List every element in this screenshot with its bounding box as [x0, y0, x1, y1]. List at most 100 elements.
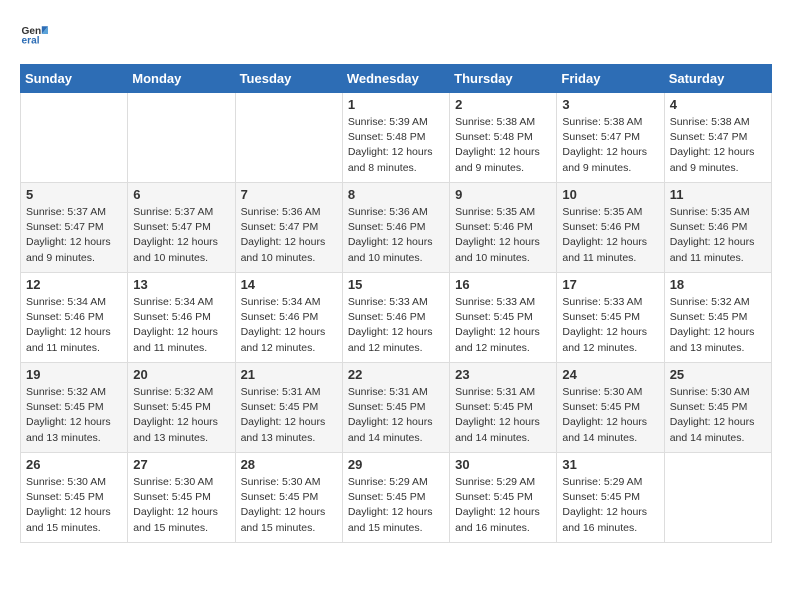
day-info: Sunrise: 5:29 AM Sunset: 5:45 PM Dayligh… [348, 475, 444, 536]
day-cell: 22 Sunrise: 5:31 AM Sunset: 5:45 PM Dayli… [342, 363, 449, 453]
day-number: 5 [26, 187, 122, 202]
day-cell [235, 93, 342, 183]
header-cell-wednesday: Wednesday [342, 65, 449, 93]
week-row-5: 26 Sunrise: 5:30 AM Sunset: 5:45 PM Dayli… [21, 453, 772, 543]
day-number: 18 [670, 277, 766, 292]
day-info: Sunrise: 5:37 AM Sunset: 5:47 PM Dayligh… [133, 205, 229, 266]
day-number: 22 [348, 367, 444, 382]
header-cell-tuesday: Tuesday [235, 65, 342, 93]
day-info: Sunrise: 5:36 AM Sunset: 5:46 PM Dayligh… [348, 205, 444, 266]
day-cell: 27Sunrise: 5:30 AM Sunset: 5:45 PM Dayli… [128, 453, 235, 543]
logo-icon: Gen eral [20, 20, 48, 48]
day-number: 10 [562, 187, 658, 202]
day-number: 30 [455, 457, 551, 472]
day-info: Sunrise: 5:38 AM Sunset: 5:48 PM Dayligh… [455, 115, 551, 176]
day-number: 6 [133, 187, 229, 202]
day-number: 24 [562, 367, 658, 382]
day-cell: 11 Sunrise: 5:35 AM Sunset: 5:46 PM Dayli… [664, 183, 771, 273]
day-cell: 13 Sunrise: 5:34 AM Sunset: 5:46 PM Dayli… [128, 273, 235, 363]
header-cell-friday: Friday [557, 65, 664, 93]
day-cell [21, 93, 128, 183]
day-info: Sunrise: 5:31 AM Sunset: 5:45 PM Dayligh… [241, 385, 337, 446]
day-cell: 10 Sunrise: 5:35 AM Sunset: 5:46 PM Dayli… [557, 183, 664, 273]
day-number: 3 [562, 97, 658, 112]
day-number: 17 [562, 277, 658, 292]
day-cell: 5 Sunrise: 5:37 AM Sunset: 5:47 PM Daylig… [21, 183, 128, 273]
day-cell: 15 Sunrise: 5:33 AM Sunset: 5:46 PM Dayli… [342, 273, 449, 363]
day-info: Sunrise: 5:30 AM Sunset: 5:45 PM Dayligh… [670, 385, 766, 446]
day-cell: 8 Sunrise: 5:36 AM Sunset: 5:46 PM Daylig… [342, 183, 449, 273]
day-cell: 14 Sunrise: 5:34 AM Sunset: 5:46 PM Dayli… [235, 273, 342, 363]
day-cell: 4Sunrise: 5:38 AM Sunset: 5:47 PM Daylig… [664, 93, 771, 183]
day-number: 25 [670, 367, 766, 382]
day-cell: 9 Sunrise: 5:35 AM Sunset: 5:46 PM Daylig… [450, 183, 557, 273]
calendar-header-row: SundayMondayTuesdayWednesdayThursdayFrid… [21, 65, 772, 93]
day-info: Sunrise: 5:33 AM Sunset: 5:46 PM Dayligh… [348, 295, 444, 356]
day-cell: 12Sunrise: 5:34 AM Sunset: 5:46 PM Dayli… [21, 273, 128, 363]
day-number: 7 [241, 187, 337, 202]
day-info: Sunrise: 5:33 AM Sunset: 5:45 PM Dayligh… [562, 295, 658, 356]
day-number: 9 [455, 187, 551, 202]
day-cell: 25 Sunrise: 5:30 AM Sunset: 5:45 PM Dayli… [664, 363, 771, 453]
day-info: Sunrise: 5:38 AM Sunset: 5:47 PM Dayligh… [670, 115, 766, 176]
header-cell-saturday: Saturday [664, 65, 771, 93]
day-info: Sunrise: 5:31 AM Sunset: 5:45 PM Dayligh… [455, 385, 551, 446]
logo: Gen eral [20, 20, 52, 48]
day-info: Sunrise: 5:32 AM Sunset: 5:45 PM Dayligh… [26, 385, 122, 446]
day-cell: 31Sunrise: 5:29 AM Sunset: 5:45 PM Dayli… [557, 453, 664, 543]
day-info: Sunrise: 5:37 AM Sunset: 5:47 PM Dayligh… [26, 205, 122, 266]
day-cell: 2 Sunrise: 5:38 AM Sunset: 5:48 PM Daylig… [450, 93, 557, 183]
day-cell: 18 Sunrise: 5:32 AM Sunset: 5:45 PM Dayli… [664, 273, 771, 363]
day-number: 26 [26, 457, 122, 472]
day-cell: 28 Sunrise: 5:30 AM Sunset: 5:45 PM Dayli… [235, 453, 342, 543]
week-row-3: 12Sunrise: 5:34 AM Sunset: 5:46 PM Dayli… [21, 273, 772, 363]
day-number: 21 [241, 367, 337, 382]
day-info: Sunrise: 5:35 AM Sunset: 5:46 PM Dayligh… [670, 205, 766, 266]
day-number: 11 [670, 187, 766, 202]
day-info: Sunrise: 5:38 AM Sunset: 5:47 PM Dayligh… [562, 115, 658, 176]
week-row-1: 1 Sunrise: 5:39 AM Sunset: 5:48 PM Daylig… [21, 93, 772, 183]
day-cell: 3 Sunrise: 5:38 AM Sunset: 5:47 PM Daylig… [557, 93, 664, 183]
day-number: 8 [348, 187, 444, 202]
day-cell: 6 Sunrise: 5:37 AM Sunset: 5:47 PM Daylig… [128, 183, 235, 273]
day-cell: 29 Sunrise: 5:29 AM Sunset: 5:45 PM Dayli… [342, 453, 449, 543]
day-cell: 20Sunrise: 5:32 AM Sunset: 5:45 PM Dayli… [128, 363, 235, 453]
day-info: Sunrise: 5:30 AM Sunset: 5:45 PM Dayligh… [133, 475, 229, 536]
day-info: Sunrise: 5:34 AM Sunset: 5:46 PM Dayligh… [133, 295, 229, 356]
day-number: 23 [455, 367, 551, 382]
day-cell: 26 Sunrise: 5:30 AM Sunset: 5:45 PM Dayli… [21, 453, 128, 543]
day-cell [664, 453, 771, 543]
day-cell: 16 Sunrise: 5:33 AM Sunset: 5:45 PM Dayli… [450, 273, 557, 363]
day-info: Sunrise: 5:29 AM Sunset: 5:45 PM Dayligh… [455, 475, 551, 536]
day-info: Sunrise: 5:36 AM Sunset: 5:47 PM Dayligh… [241, 205, 337, 266]
day-number: 2 [455, 97, 551, 112]
day-cell [128, 93, 235, 183]
day-info: Sunrise: 5:39 AM Sunset: 5:48 PM Dayligh… [348, 115, 444, 176]
calendar-table: SundayMondayTuesdayWednesdayThursdayFrid… [20, 64, 772, 543]
day-number: 16 [455, 277, 551, 292]
day-info: Sunrise: 5:35 AM Sunset: 5:46 PM Dayligh… [455, 205, 551, 266]
day-info: Sunrise: 5:34 AM Sunset: 5:46 PM Dayligh… [241, 295, 337, 356]
day-info: Sunrise: 5:31 AM Sunset: 5:45 PM Dayligh… [348, 385, 444, 446]
day-number: 29 [348, 457, 444, 472]
day-number: 13 [133, 277, 229, 292]
day-number: 1 [348, 97, 444, 112]
day-info: Sunrise: 5:32 AM Sunset: 5:45 PM Dayligh… [670, 295, 766, 356]
day-info: Sunrise: 5:29 AM Sunset: 5:45 PM Dayligh… [562, 475, 658, 536]
day-info: Sunrise: 5:30 AM Sunset: 5:45 PM Dayligh… [241, 475, 337, 536]
day-info: Sunrise: 5:33 AM Sunset: 5:45 PM Dayligh… [455, 295, 551, 356]
day-number: 28 [241, 457, 337, 472]
day-number: 15 [348, 277, 444, 292]
day-number: 14 [241, 277, 337, 292]
day-info: Sunrise: 5:35 AM Sunset: 5:46 PM Dayligh… [562, 205, 658, 266]
day-cell: 24Sunrise: 5:30 AM Sunset: 5:45 PM Dayli… [557, 363, 664, 453]
header-cell-sunday: Sunday [21, 65, 128, 93]
day-cell: 21 Sunrise: 5:31 AM Sunset: 5:45 PM Dayli… [235, 363, 342, 453]
day-cell: 23 Sunrise: 5:31 AM Sunset: 5:45 PM Dayli… [450, 363, 557, 453]
day-cell: 19Sunrise: 5:32 AM Sunset: 5:45 PM Dayli… [21, 363, 128, 453]
week-row-2: 5 Sunrise: 5:37 AM Sunset: 5:47 PM Daylig… [21, 183, 772, 273]
day-info: Sunrise: 5:30 AM Sunset: 5:45 PM Dayligh… [26, 475, 122, 536]
day-number: 20 [133, 367, 229, 382]
day-info: Sunrise: 5:34 AM Sunset: 5:46 PM Dayligh… [26, 295, 122, 356]
day-cell: 17 Sunrise: 5:33 AM Sunset: 5:45 PM Dayli… [557, 273, 664, 363]
